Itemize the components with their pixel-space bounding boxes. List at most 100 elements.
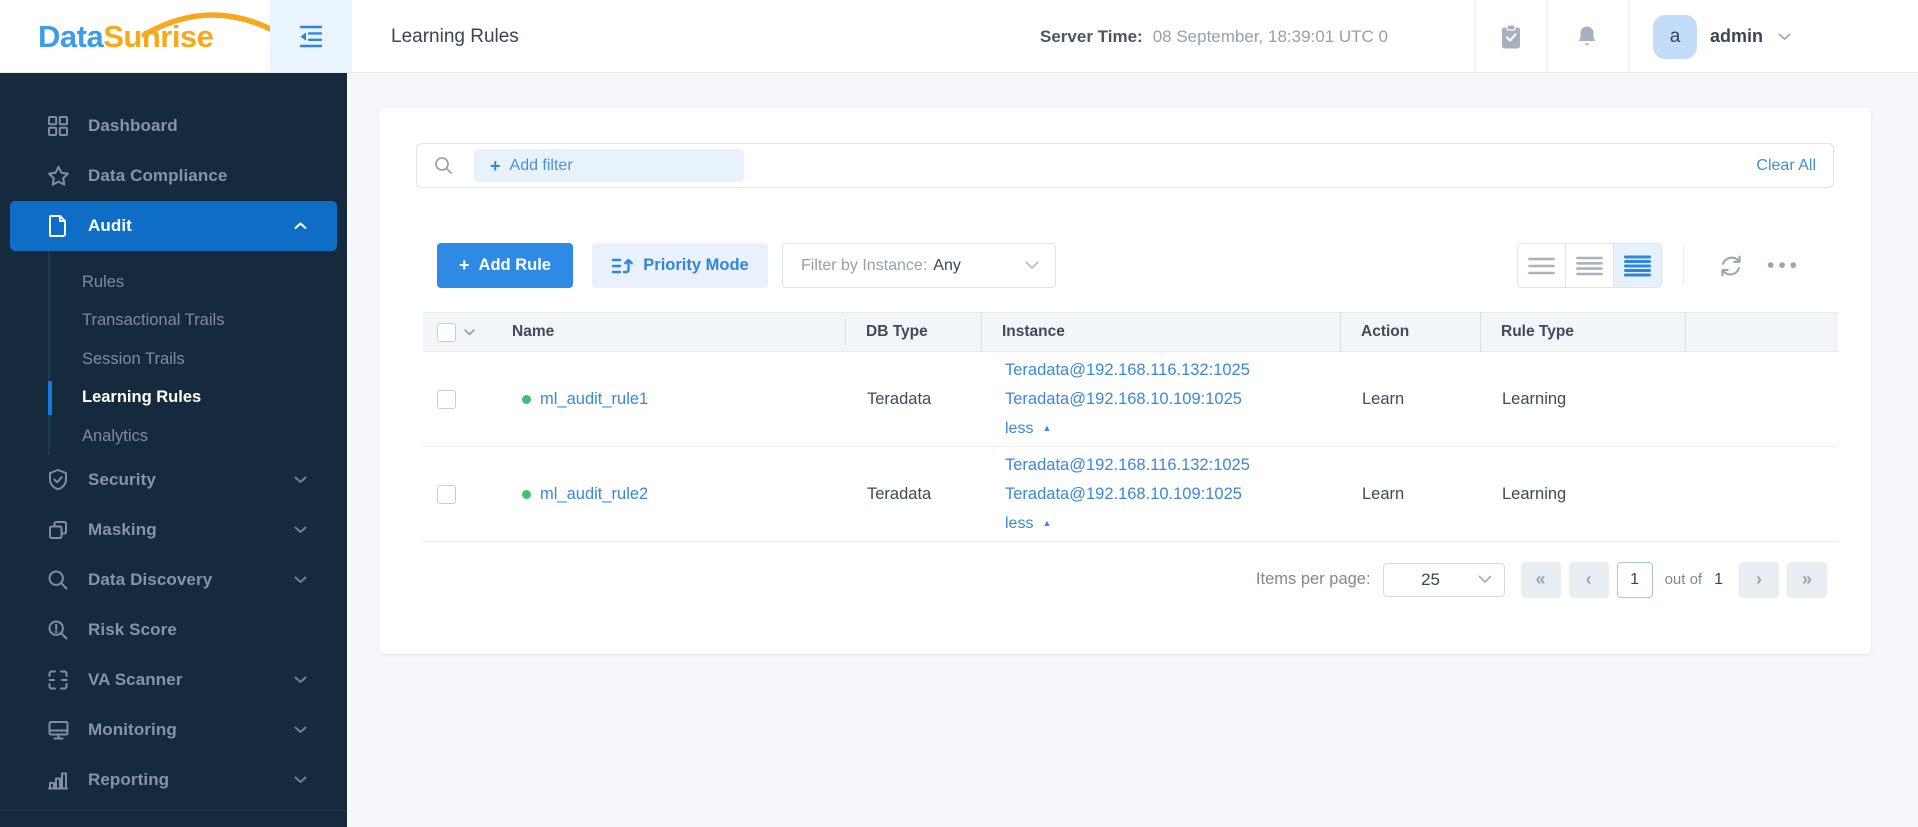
sidebar-item-transactional-trails[interactable]: Transactional Trails (50, 302, 347, 341)
add-rule-button[interactable]: + Add Rule (437, 243, 573, 288)
triangle-up-icon: ▲ (1042, 517, 1052, 528)
sidebar-item-masking[interactable]: Masking (0, 505, 347, 555)
document-icon (45, 214, 71, 238)
view-density-toggle (1517, 243, 1662, 288)
sidebar-item-data-discovery[interactable]: Data Discovery (0, 555, 347, 605)
status-dot-icon (522, 394, 531, 404)
db-type-cell: Teradata (867, 389, 932, 408)
brand-logo[interactable]: Data Sunrise (38, 0, 281, 73)
previous-page-button[interactable]: ‹ (1568, 561, 1609, 598)
logo-word-data: Data (38, 18, 104, 54)
chevron-down-icon (294, 726, 307, 733)
chevron-down-icon (1025, 261, 1039, 269)
items-per-page-select[interactable]: 25 (1382, 562, 1505, 597)
lines-4-icon (1576, 256, 1603, 275)
more-actions-button[interactable]: ••• (1760, 243, 1804, 288)
sidebar-item-label: Data Compliance (88, 166, 228, 185)
chevron-down-icon (1778, 33, 1791, 40)
sidebar-item-security[interactable]: Security (0, 455, 347, 505)
tasks-button[interactable] (1489, 0, 1533, 73)
add-filter-button[interactable]: + Add filter (474, 149, 744, 182)
sidebar-item-va-scanner[interactable]: VA Scanner (0, 655, 347, 705)
refresh-button[interactable] (1712, 243, 1750, 288)
rule-name-cell: ml_audit_rule1 (510, 390, 845, 409)
select-all-checkbox[interactable] (437, 322, 456, 342)
server-time: Server Time: 08 September, 18:39:01 UTC … (1040, 0, 1388, 73)
sidebar-item-learning-rules[interactable]: Learning Rules (48, 379, 347, 418)
row-checkbox[interactable] (437, 389, 456, 409)
sidebar-item-label: Audit (88, 216, 132, 235)
instance-link[interactable]: Teradata@192.168.116.132:1025 (1005, 451, 1340, 480)
column-header-action[interactable]: Action (1340, 312, 1480, 352)
rule-name-link[interactable]: ml_audit_rule2 (540, 485, 648, 504)
clear-all-link[interactable]: Clear All (1756, 157, 1816, 175)
view-medium-button[interactable] (1565, 244, 1613, 287)
add-rule-label: Add Rule (478, 256, 551, 274)
sidebar-item-rules[interactable]: Rules (50, 263, 347, 302)
view-compact-button[interactable] (1518, 244, 1565, 287)
sidebar-item-data-compliance[interactable]: Data Compliance (0, 151, 347, 201)
toolbar-divider (1683, 246, 1684, 285)
active-indicator (48, 380, 52, 415)
first-page-button[interactable]: « (1520, 561, 1561, 598)
sidebar-item-audit[interactable]: Audit (10, 201, 337, 251)
chevron-down-icon (1478, 575, 1491, 583)
bar-chart-icon (45, 769, 71, 791)
rule-name-link[interactable]: ml_audit_rule1 (540, 390, 648, 409)
items-per-page-value: 25 (1421, 569, 1441, 589)
instance-filter-dropdown[interactable]: Filter by Instance: Any (782, 243, 1056, 288)
sidebar-item-monitoring[interactable]: Monitoring (0, 705, 347, 755)
subnav-item-label: Learning Rules (82, 388, 202, 407)
instance-link[interactable]: Teradata@192.168.10.109:1025 (1005, 385, 1340, 414)
rule-type-cell: Learning (1502, 484, 1567, 503)
instance-link[interactable]: Teradata@192.168.116.132:1025 (1005, 356, 1340, 385)
row-checkbox[interactable] (437, 484, 456, 504)
sidebar-collapse-button[interactable] (270, 0, 352, 72)
collapse-instances-link[interactable]: less ▲ (1005, 414, 1340, 443)
chevron-right-icon: › (1756, 569, 1762, 589)
sidebar-item-label: Reporting (88, 770, 170, 789)
sidebar-item-label: Data Discovery (88, 570, 213, 589)
sidebar-item-reporting[interactable]: Reporting (0, 755, 347, 805)
view-expanded-button[interactable] (1613, 244, 1661, 287)
current-page-box[interactable]: 1 (1616, 561, 1653, 598)
bell-icon (1578, 26, 1596, 45)
sidebar-nav: Dashboard Data Compliance Audit Rules Tr… (0, 73, 347, 805)
server-time-label: Server Time: (1040, 26, 1143, 46)
sidebar-item-label: Risk Score (88, 620, 177, 639)
magnifier-icon (45, 569, 71, 591)
user-menu[interactable]: a admin (1653, 0, 1791, 73)
column-header-instance[interactable]: Instance (981, 312, 1340, 352)
sidebar-item-risk-score[interactable]: Risk Score (0, 605, 347, 655)
last-page-button[interactable]: » (1787, 561, 1827, 598)
user-name: admin (1710, 26, 1764, 46)
chevron-down-icon[interactable] (464, 328, 475, 336)
instance-filter-label: Filter by Instance: (801, 256, 928, 274)
topbar-divider (1547, 0, 1548, 73)
sidebar-item-dashboard[interactable]: Dashboard (0, 101, 347, 151)
notifications-button[interactable] (1565, 0, 1609, 73)
items-per-page-label: Items per page: (1255, 570, 1371, 588)
column-header-rule-type[interactable]: Rule Type (1480, 312, 1685, 352)
column-header-name[interactable]: Name (510, 312, 845, 352)
action-cell: Learn (1362, 389, 1405, 408)
sidebar-item-analytics[interactable]: Analytics (50, 417, 347, 456)
collapse-sidebar-icon (299, 25, 323, 48)
triangle-up-icon: ▲ (1042, 422, 1052, 433)
column-header-db-type[interactable]: DB Type (845, 319, 981, 345)
sidebar-item-session-trails[interactable]: Session Trails (50, 340, 347, 379)
collapse-instances-link[interactable]: less ▲ (1005, 509, 1340, 538)
plus-icon: + (490, 155, 501, 176)
instance-link[interactable]: Teradata@192.168.10.109:1025 (1005, 480, 1340, 509)
total-pages-value: 1 (1714, 570, 1723, 588)
sidebar-item-label: Masking (88, 520, 157, 539)
priority-mode-button[interactable]: Priority Mode (592, 243, 768, 288)
content-card: + Add filter Clear All + Add Rule Priori… (379, 108, 1871, 654)
next-page-button[interactable]: › (1739, 561, 1779, 598)
sidebar-item-label: Dashboard (88, 116, 178, 135)
magnifier-alert-icon (45, 619, 71, 641)
plus-icon: + (459, 255, 470, 275)
sidebar: Dashboard Data Compliance Audit Rules Tr… (0, 73, 347, 827)
avatar-initial: a (1669, 25, 1681, 47)
status-dot-icon (522, 489, 531, 499)
